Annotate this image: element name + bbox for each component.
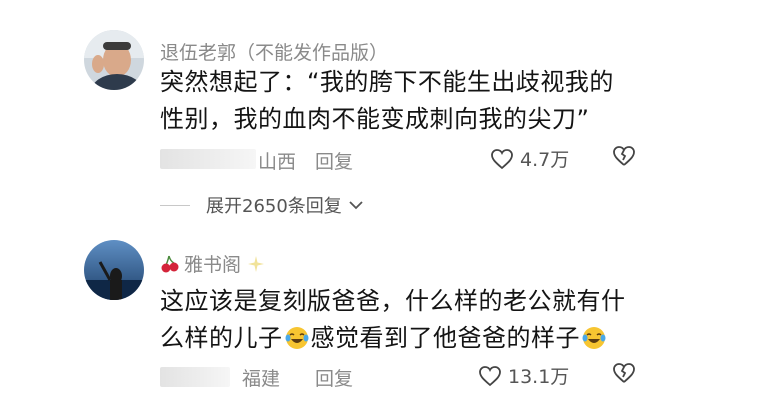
username-text[interactable]: 雅书阁 bbox=[184, 250, 241, 277]
comment-text-line: 性别，我的血肉不能变成刺向我的尖刀” bbox=[160, 105, 590, 133]
comment-text-part: 么样的儿子 bbox=[160, 324, 283, 352]
like-button[interactable]: 13.1万 bbox=[478, 362, 569, 389]
heart-icon bbox=[479, 365, 501, 386]
comment-text-part: 感觉看到了他爸爸的样子 bbox=[310, 324, 580, 352]
expand-replies-label[interactable]: 展开2650条回复 bbox=[206, 192, 342, 218]
like-button[interactable]: 4.7万 bbox=[490, 145, 569, 172]
chevron-down-icon bbox=[349, 201, 363, 210]
blurred-time bbox=[160, 149, 256, 169]
avatar[interactable] bbox=[84, 240, 144, 300]
username[interactable]: 退伍老郭（不能发作品版） bbox=[160, 38, 388, 65]
location: 山西 bbox=[258, 151, 297, 173]
comment-text: 突然想起了：“我的胯下不能生出歧视我的 性别，我的血肉不能变成刺向我的尖刀” bbox=[160, 64, 680, 138]
comment-text: 这应该是复刻版爸爸，什么样的老公就有什 么样的儿子 感觉看到了他爸爸的样子 bbox=[160, 283, 680, 357]
heart-icon bbox=[491, 148, 513, 169]
comment-text-line: 么样的儿子 感觉看到了他爸爸的样子 bbox=[160, 320, 680, 357]
cherry-icon bbox=[161, 255, 179, 272]
laughing-tears-emoji-icon bbox=[285, 324, 309, 349]
dislike-button[interactable] bbox=[612, 145, 636, 171]
username[interactable]: 雅书阁 bbox=[160, 250, 265, 277]
dislike-button[interactable] bbox=[612, 362, 636, 388]
comment-text-line: 突然想起了：“我的胯下不能生出歧视我的 bbox=[160, 68, 614, 96]
reply-button[interactable]: 回复 bbox=[315, 147, 353, 174]
like-count: 13.1万 bbox=[508, 366, 570, 388]
comment-text-line: 这应该是复刻版爸爸，什么样的老公就有什 bbox=[160, 287, 626, 315]
reply-button[interactable]: 回复 bbox=[315, 364, 353, 391]
expand-replies[interactable]: 展开2650条回复 bbox=[160, 192, 364, 218]
broken-heart-icon bbox=[613, 363, 635, 383]
like-count: 4.7万 bbox=[520, 149, 570, 171]
laughing-tears-emoji-icon bbox=[582, 324, 606, 349]
divider bbox=[160, 204, 190, 206]
avatar[interactable] bbox=[84, 30, 144, 90]
broken-heart-icon bbox=[613, 146, 635, 166]
blurred-time bbox=[160, 367, 230, 387]
location: 福建 bbox=[242, 368, 281, 390]
sparkle-icon bbox=[248, 255, 265, 272]
